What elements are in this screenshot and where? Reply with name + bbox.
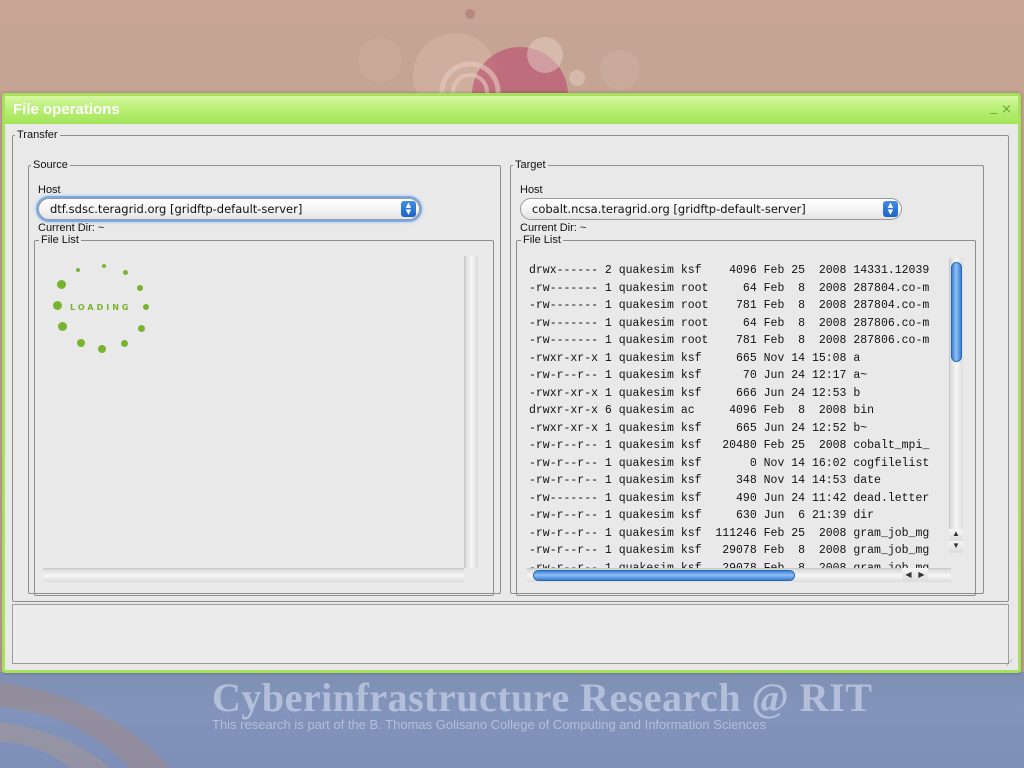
target-vertical-scroll-thumb[interactable] [951, 262, 962, 362]
window-titlebar[interactable]: File operations _ × [5, 96, 1018, 124]
file-row[interactable]: -rw-r--r-- 1 quakesim ksf 29078 Feb 8 20… [529, 542, 949, 560]
loading-text: LOADING [70, 303, 132, 312]
target-panel: Target Host cobalt.ncsa.teragrid.org [gr… [510, 159, 984, 596]
target-host-value: cobalt.ncsa.teragrid.org [gridftp-defaul… [532, 202, 806, 216]
up-down-arrows-icon: ▲ ▼ [401, 201, 416, 217]
source-file-list: File List LOADING [34, 234, 494, 596]
scroll-right-arrow-icon[interactable]: ▶ [915, 568, 928, 582]
file-row[interactable]: -rw------- 1 quakesim root 781 Feb 8 200… [529, 297, 949, 315]
loading-spinner: LOADING [52, 260, 152, 360]
resize-grip-icon[interactable]: ⟋ [1006, 658, 1016, 668]
file-row[interactable]: -rw-r--r-- 1 quakesim ksf 111246 Feb 25 … [529, 525, 949, 543]
footer-title: Cyberinfrastructure Research @ RIT [212, 675, 873, 720]
source-host-value: dtf.sdsc.teragrid.org [gridftp-default-s… [50, 202, 303, 216]
target-horizontal-scrollbar[interactable] [527, 568, 951, 582]
target-legend: Target [515, 159, 546, 171]
spinner-dot [121, 340, 128, 347]
file-row[interactable]: -rw-r--r-- 1 quakesim ksf 348 Nov 14 14:… [529, 472, 949, 490]
target-host-label: Host [520, 184, 543, 196]
file-row[interactable]: drwx------ 2 quakesim ksf 4096 Feb 25 20… [529, 262, 949, 280]
scroll-up-arrow-icon[interactable]: ▲ [949, 529, 963, 541]
target-current-dir: Current Dir: ~ [520, 222, 587, 234]
spinner-dot [138, 325, 145, 332]
window-title: File operations [13, 101, 120, 118]
file-row[interactable]: -rw-r--r-- 1 quakesim ksf 20480 Feb 25 2… [529, 437, 949, 455]
source-host-label: Host [38, 184, 61, 196]
spinner-dot [143, 304, 149, 310]
status-area [12, 604, 1009, 664]
file-row[interactable]: -rw------- 1 quakesim root 64 Feb 8 2008… [529, 280, 949, 298]
file-operations-window: File operations _ × Transfer Source Host… [2, 93, 1021, 673]
file-row[interactable]: -rw------- 1 quakesim ksf 490 Jun 24 11:… [529, 490, 949, 508]
source-horizontal-scrollbar[interactable] [43, 568, 464, 582]
scroll-left-arrow-icon[interactable]: ◀ [902, 568, 915, 582]
file-row[interactable]: -rwxr-xr-x 1 quakesim ksf 665 Nov 14 15:… [529, 350, 949, 368]
spinner-dot [57, 280, 66, 289]
target-file-list-legend: File List [523, 234, 561, 246]
file-row[interactable]: -rwxr-xr-x 1 quakesim ksf 665 Jun 24 12:… [529, 420, 949, 438]
spinner-dot [58, 322, 67, 331]
background-top [0, 0, 1024, 95]
up-down-arrows-icon: ▲ ▼ [883, 201, 898, 217]
file-row[interactable]: -rw-r--r-- 1 quakesim ksf 630 Jun 6 21:3… [529, 507, 949, 525]
background-bubbles [358, 9, 640, 95]
source-file-list-legend: File List [41, 234, 79, 246]
file-row[interactable]: -rw-r--r-- 1 quakesim ksf 0 Nov 14 16:02… [529, 455, 949, 473]
target-host-select[interactable]: cobalt.ncsa.teragrid.org [gridftp-defaul… [520, 198, 902, 220]
file-row[interactable]: -rwxr-xr-x 1 quakesim ksf 666 Jun 24 12:… [529, 385, 949, 403]
spinner-dot [102, 264, 106, 268]
target-vertical-scrollbar[interactable] [949, 258, 963, 553]
source-vertical-scrollbar[interactable] [464, 256, 478, 568]
file-row[interactable]: -rw------- 1 quakesim root 781 Feb 8 200… [529, 332, 949, 350]
file-row[interactable]: -rw------- 1 quakesim root 64 Feb 8 2008… [529, 315, 949, 333]
background-footer: Cyberinfrastructure Research @ RIT This … [0, 672, 1024, 768]
transfer-legend: Transfer [17, 129, 58, 141]
source-current-dir: Current Dir: ~ [38, 222, 105, 234]
file-row[interactable]: -rw-r--r-- 1 quakesim ksf 70 Jun 24 12:1… [529, 367, 949, 385]
target-horizontal-scroll-thumb[interactable] [533, 570, 795, 581]
source-host-select[interactable]: dtf.sdsc.teragrid.org [gridftp-default-s… [38, 198, 420, 220]
spinner-dot [76, 268, 80, 272]
target-file-rows: drwx------ 2 quakesim ksf 4096 Feb 25 20… [529, 262, 949, 576]
spinner-dot [123, 270, 128, 275]
footer-subtitle: This research is part of the B. Thomas G… [212, 717, 766, 732]
close-button[interactable]: × [1001, 102, 1012, 117]
target-file-list: File List drwx------ 2 quakesim ksf 4096… [516, 234, 976, 596]
minimize-button[interactable]: _ [991, 100, 998, 115]
file-row[interactable]: drwxr-xr-x 6 quakesim ac 4096 Feb 8 2008… [529, 402, 949, 420]
source-panel: Source Host dtf.sdsc.teragrid.org [gridf… [28, 159, 501, 596]
scroll-down-arrow-icon[interactable]: ▼ [949, 541, 963, 553]
source-legend: Source [33, 159, 68, 171]
spinner-dot [53, 301, 62, 310]
spinner-dot [98, 345, 106, 353]
transfer-group: Transfer Source Host dtf.sdsc.teragrid.o… [12, 129, 1009, 602]
spinner-dot [77, 339, 85, 347]
spinner-dot [137, 285, 143, 291]
